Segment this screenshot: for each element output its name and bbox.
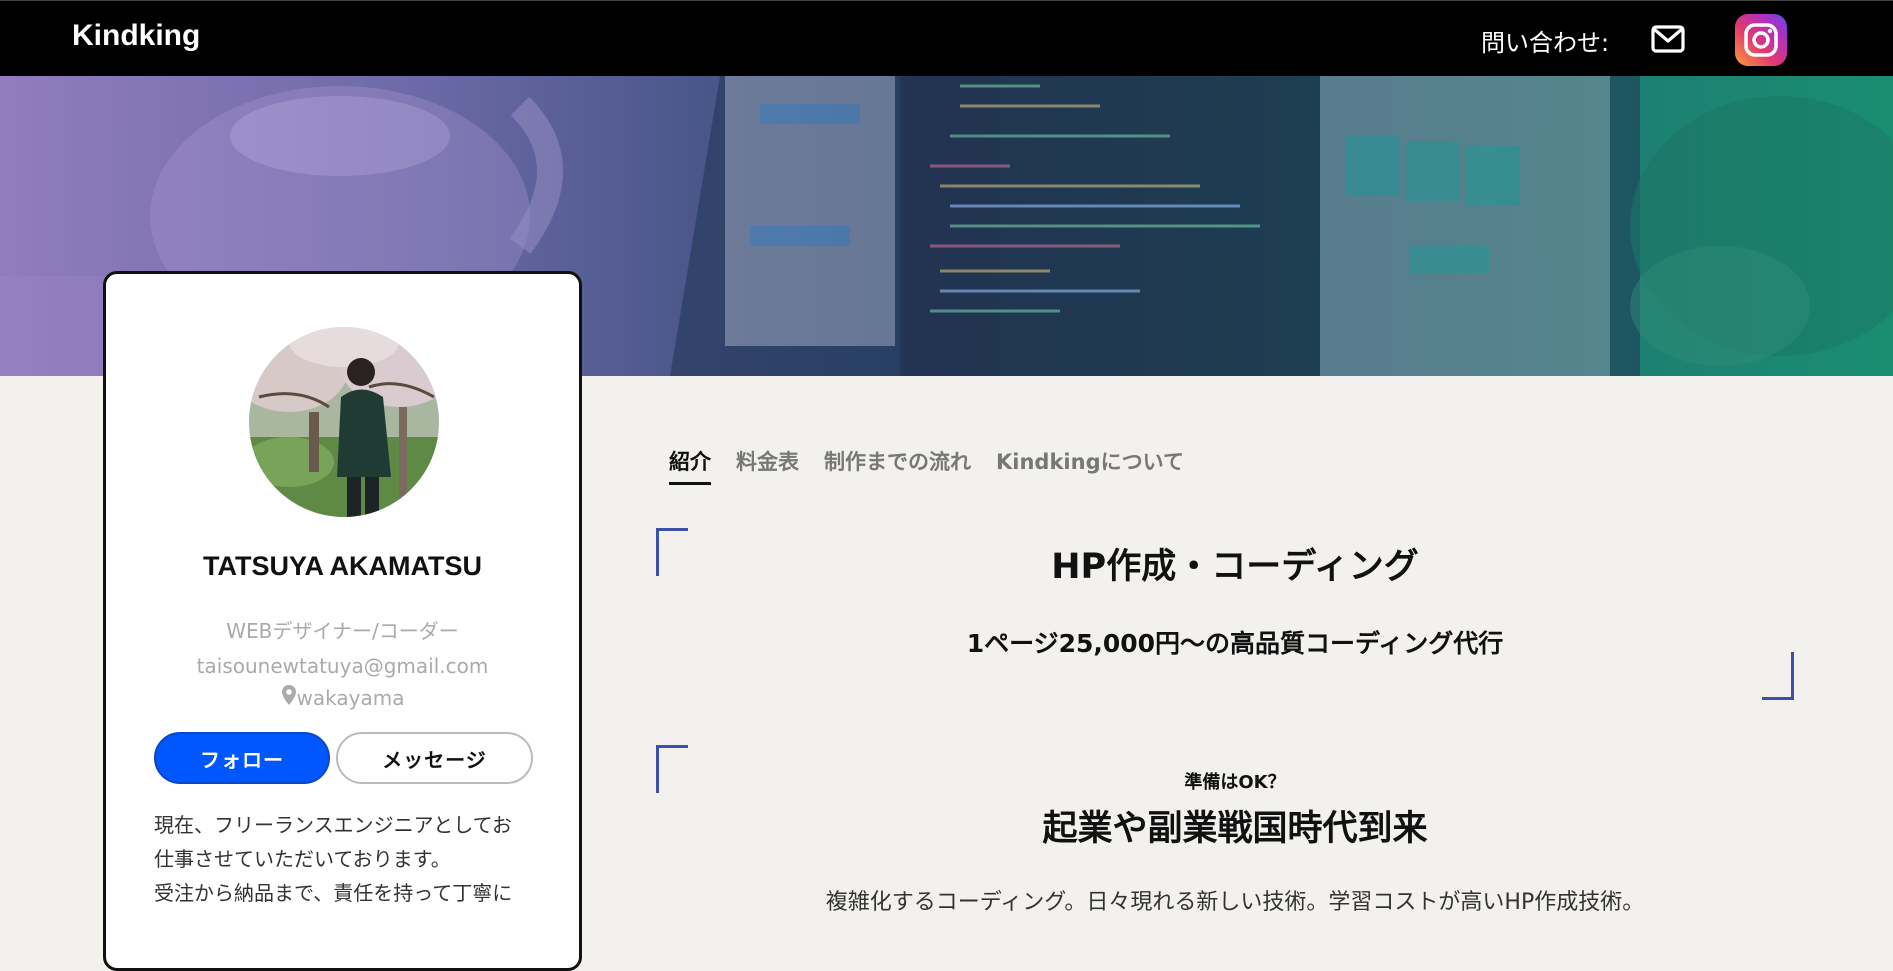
- follow-button[interactable]: フォロー: [154, 732, 330, 784]
- profile-card: TATSUYA AKAMATSU WEBデザイナー/コーダー taisounew…: [103, 271, 582, 971]
- profile-role: WEBデザイナー/コーダー: [226, 619, 459, 643]
- tab-workflow[interactable]: 制作までの流れ: [824, 446, 971, 485]
- section-kicker: 準備はOK？: [1184, 772, 1286, 793]
- brand-logo-link[interactable]: Kindking: [72, 19, 200, 53]
- location-text: wakayama: [296, 685, 405, 710]
- profile-name: TATSUYA AKAMATSU: [203, 551, 482, 581]
- section-body-text: 複雑化するコーディング。日々現れる新しい技術。学習コストが高いHP作成技術。: [825, 890, 1645, 915]
- bracket-bottom-right: [1762, 652, 1794, 700]
- tab-pricing[interactable]: 料金表: [736, 446, 799, 485]
- section-title-era: 起業や副業戦国時代到来: [1042, 809, 1428, 849]
- envelope-icon[interactable]: [1651, 25, 1685, 53]
- contact-label: 問い合わせ:: [1481, 29, 1610, 57]
- bio-line: 受注から納品まで、責任を持って丁寧に: [154, 881, 513, 905]
- tab-introduction[interactable]: 紹介: [669, 446, 711, 485]
- message-button[interactable]: メッセージ: [336, 732, 533, 784]
- section-title-hp: HP作成・コーディング: [1051, 547, 1419, 587]
- profile-email: taisounewtatuya@gmail.com: [196, 654, 489, 678]
- instagram-icon[interactable]: [1735, 14, 1787, 66]
- profile-tabs: 紹介 料金表 制作までの流れ Kindkingについて: [669, 446, 1184, 485]
- bio-line: 現在、フリーランスエンジニアとしてお: [154, 813, 512, 837]
- profile-bio: 現在、フリーランスエンジニアとしてお 仕事させていただいております。 受注から納…: [154, 808, 544, 910]
- section-subtitle-price: 1ページ25,000円〜の高品質コーディング代行: [966, 629, 1504, 658]
- avatar: [249, 327, 439, 517]
- bio-line: 仕事させていただいております。: [154, 847, 451, 871]
- tab-about-kindking[interactable]: Kindkingについて: [996, 446, 1184, 485]
- profile-location: wakayama: [106, 684, 579, 711]
- map-pin-icon: [281, 684, 297, 711]
- top-navbar: Kindking 問い合わせ:: [0, 0, 1893, 76]
